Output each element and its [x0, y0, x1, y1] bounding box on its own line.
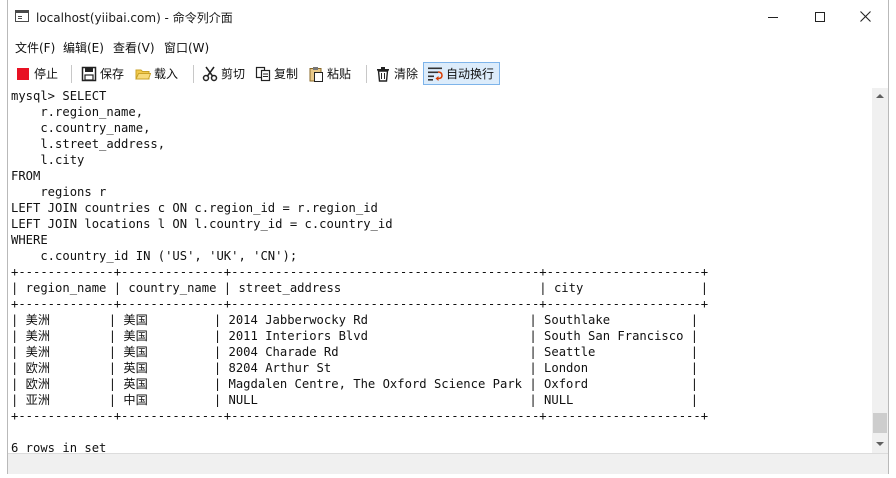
console-line: mysql> SELECT	[11, 89, 107, 103]
close-icon	[860, 11, 871, 22]
toolbar: 停止 保存 载入 剪切 复制 粘贴 清除 自动换行	[8, 60, 888, 88]
scroll-down-icon[interactable]	[876, 442, 884, 446]
toolbar-separator	[366, 65, 367, 83]
console-line: +-------------+--------------+----------…	[11, 265, 709, 279]
console-line: l.city	[11, 153, 85, 167]
word-wrap-button[interactable]: 自动换行	[423, 62, 500, 85]
word-wrap-icon	[427, 66, 443, 82]
title-bar[interactable]: localhost(yiibai.com) - 命令列介面	[8, 0, 888, 34]
trash-icon	[375, 66, 391, 82]
clear-button[interactable]: 清除	[372, 62, 418, 85]
load-button[interactable]: 载入	[132, 62, 178, 85]
save-label: 保存	[100, 67, 125, 81]
console-line: | 美洲 | 美国 | 2011 Interiors Blvd | South …	[11, 329, 699, 343]
console-line: r.region_name,	[11, 105, 144, 119]
console-text: mysql> SELECT r.region_name, c.country_n…	[8, 88, 872, 453]
console-line: +-------------+--------------+----------…	[11, 409, 709, 423]
folder-icon	[135, 66, 152, 82]
console-line: | 欧洲 | 英国 | Magdalen Centre, The Oxford …	[11, 377, 699, 391]
vertical-scrollbar[interactable]	[872, 88, 888, 453]
save-icon	[81, 66, 97, 82]
save-button[interactable]: 保存	[78, 62, 124, 85]
console-line: l.street_address,	[11, 137, 166, 151]
console-line: WHERE	[11, 233, 48, 247]
console-line: regions r	[11, 185, 107, 199]
console-line: 6 rows in set	[11, 441, 107, 453]
cut-button[interactable]: 剪切	[199, 62, 245, 85]
copy-icon	[255, 66, 271, 82]
menu-window[interactable]: 窗口(W)	[164, 39, 209, 56]
menu-file[interactable]: 文件(F)	[15, 39, 55, 56]
toolbar-separator	[71, 65, 72, 83]
console-line: FROM	[11, 169, 41, 183]
console-line: | 美洲 | 美国 | 2014 Jabberwocky Rd | Southl…	[11, 313, 699, 327]
console-line: | 美洲 | 美国 | 2004 Charade Rd | Seattle |	[11, 345, 699, 359]
paste-button[interactable]: 粘贴	[305, 62, 351, 85]
load-label: 载入	[154, 67, 179, 81]
stop-button[interactable]: 停止	[12, 62, 58, 85]
maximize-button[interactable]	[797, 0, 843, 34]
console-line: +-------------+--------------+----------…	[11, 297, 709, 311]
console-line: | region_name | country_name | street_ad…	[11, 281, 709, 295]
console-line: c.country_id IN ('US', 'UK', 'CN');	[11, 249, 298, 263]
console-line: c.country_name,	[11, 121, 151, 135]
scroll-up-icon[interactable]	[876, 94, 884, 98]
console-line: | 欧洲 | 英国 | 8204 Arthur St | London |	[11, 361, 699, 375]
window-title: localhost(yiibai.com) - 命令列介面	[36, 11, 233, 25]
toolbar-separator	[193, 65, 194, 83]
clear-label: 清除	[394, 67, 419, 81]
copy-button[interactable]: 复制	[252, 62, 298, 85]
console-line: | 亚洲 | 中国 | NULL | NULL |	[11, 393, 699, 407]
minimize-button[interactable]	[750, 0, 796, 34]
console-line: LEFT JOIN locations l ON l.country_id = …	[11, 217, 393, 231]
cut-label: 剪切	[221, 67, 246, 81]
app-window: localhost(yiibai.com) - 命令列介面 文件(F) 编辑(E…	[7, 0, 889, 474]
paste-label: 粘贴	[327, 67, 352, 81]
scissors-icon	[202, 66, 218, 82]
menu-view[interactable]: 查看(V)	[113, 39, 155, 56]
stop-icon	[15, 66, 31, 82]
status-bar	[8, 453, 888, 474]
console-line: LEFT JOIN countries c ON c.region_id = r…	[11, 201, 378, 215]
console-output[interactable]: mysql> SELECT r.region_name, c.country_n…	[8, 88, 872, 453]
copy-label: 复制	[274, 67, 299, 81]
menu-edit[interactable]: 编辑(E)	[63, 39, 104, 56]
scrollbar-thumb[interactable]	[873, 413, 887, 433]
clipboard-icon	[308, 66, 324, 82]
terminal-icon	[15, 10, 29, 22]
close-button[interactable]	[843, 0, 889, 34]
menu-bar: 文件(F) 编辑(E) 查看(V) 窗口(W)	[8, 36, 888, 58]
stop-label: 停止	[34, 67, 59, 81]
word-wrap-label: 自动换行	[446, 67, 495, 81]
